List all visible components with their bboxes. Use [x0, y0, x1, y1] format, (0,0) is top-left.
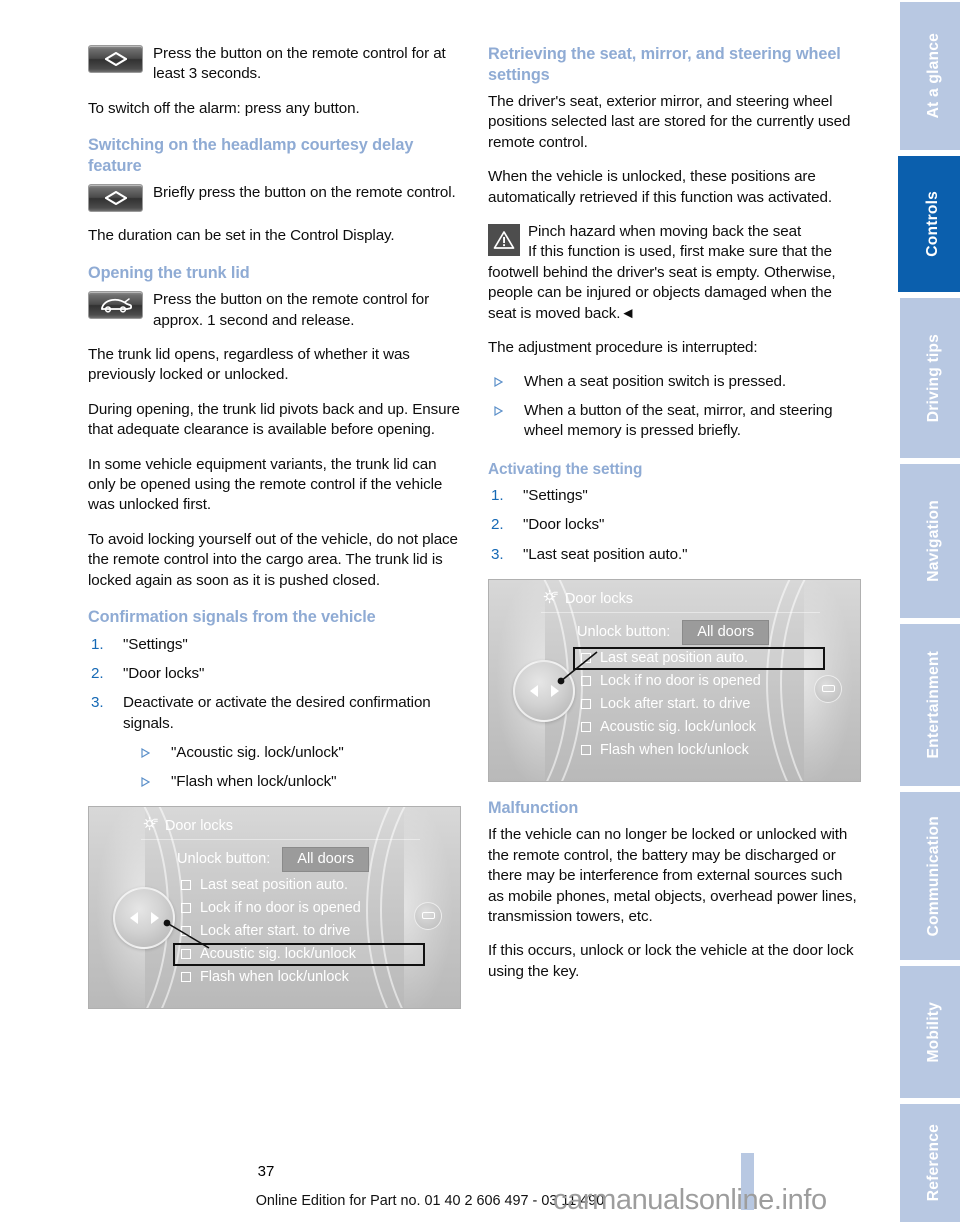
remote-trunk-press-row: Press the button on the remote control f… [88, 290, 461, 331]
sub-item-text: "Acoustic sig. lock/unlock" [171, 744, 344, 762]
interrupt-item-text: When a button of the seat, mirror, and s… [524, 401, 833, 440]
list-item: 1. "Settings" [88, 635, 461, 655]
warning-triangle-icon [488, 224, 520, 257]
manual-page: Press the button on the remote control f… [0, 0, 960, 1222]
site-watermark: carmanualsonline.info [553, 1184, 827, 1216]
sub-item-text: "Flash when lock/unlock" [171, 772, 337, 790]
trunk-paragraph-4: To avoid locking yourself out of the veh… [88, 530, 458, 589]
trunk-paragraph-2: During opening, the trunk lid pivots bac… [88, 400, 460, 439]
remote-trunk-press-text: Press the button on the remote control f… [153, 291, 430, 329]
key-remote-trunk-button-icon [88, 291, 143, 320]
list-item: 2. "Door locks" [88, 664, 461, 684]
list-item: 1. "Settings" [488, 486, 861, 506]
step-text: "Settings" [523, 486, 588, 504]
retrieve-paragraph-2: When the vehicle is unlocked, these posi… [488, 168, 832, 206]
malfunction-paragraph-2: If this occurs, unlock or lock the vehic… [488, 942, 854, 980]
heading-confirmation-signals: Confirmation signals from the vehicle [88, 608, 376, 626]
sidebar-item-label: Driving tips [924, 333, 942, 423]
triangle-bullet-icon [494, 377, 503, 388]
retrieve-paragraph-1: The driver's seat, exterior mirror, and … [488, 93, 851, 151]
sidebar-item-label: Controls [923, 191, 941, 257]
remote-press-3s-text: Press the button on the remote control f… [153, 45, 446, 83]
warning-text: If this function is used, first make sur… [488, 243, 836, 322]
heading-activating-the-setting: Activating the setting [488, 460, 643, 478]
sidebar-item-entertainment[interactable]: Entertainment [900, 624, 960, 786]
list-item: "Flash when lock/unlock" [123, 772, 461, 792]
step-number: 2. [91, 664, 104, 682]
edition-line-text: Online Edition for Part no. 01 40 2 606 … [255, 1193, 605, 1209]
sidebar-item-navigation[interactable]: Navigation [900, 464, 960, 618]
callout-leader-line [163, 919, 210, 949]
step-text: "Door locks" [523, 516, 605, 534]
callout-leader-line [557, 651, 598, 685]
list-item: When a button of the seat, mirror, and s… [488, 401, 861, 442]
duration-note-text: The duration can be set in the Control D… [88, 227, 395, 245]
remote-brief-press-row: Briefly press the button on the remote c… [88, 183, 461, 213]
confirmation-sub-list: "Acoustic sig. lock/unlock" "Flash when … [123, 743, 461, 792]
key-remote-lock-button-icon [88, 45, 143, 73]
heading-headlamp-courtesy: Switching on the headlamp courtesy delay… [88, 136, 414, 175]
key-remote-lock-button-icon [88, 184, 143, 213]
sidebar-item-mobility[interactable]: Mobility [900, 966, 960, 1098]
step-number: 1. [91, 635, 104, 653]
page-number: 37 [0, 1163, 960, 1180]
step-number: 2. [491, 516, 504, 534]
sidebar-item-driving-tips[interactable]: Driving tips [900, 298, 960, 458]
step-number: 3. [491, 545, 504, 563]
list-item: 3. "Last seat position auto." [488, 545, 861, 565]
step-number: 3. [91, 694, 104, 712]
section-navigation-tabs: At a glance Controls Driving tips Naviga… [898, 0, 960, 1222]
heading-retrieving-settings: Retrieving the seat, mirror, and steerin… [488, 45, 841, 84]
trunk-paragraph-3: In some vehicle equipment variants, the … [88, 455, 443, 514]
heading-malfunction: Malfunction [488, 798, 579, 817]
step-text: "Door locks" [123, 664, 205, 682]
sidebar-item-label: At a glance [924, 33, 942, 119]
idrive-screenshot-door-locks-last-seat: Door locks Unlock button: All doors Last… [488, 578, 861, 782]
sidebar-item-label: Navigation [924, 500, 942, 582]
triangle-bullet-icon [141, 776, 150, 787]
triangle-bullet-icon [141, 748, 150, 759]
remote-press-3s-row: Press the button on the remote control f… [88, 44, 461, 85]
triangle-bullet-icon [494, 405, 503, 416]
left-column: Press the button on the remote control f… [88, 44, 461, 1025]
page-number-value: 37 [257, 1163, 275, 1180]
warning-block: Pinch hazard when moving back the seat I… [488, 222, 861, 324]
remote-brief-press-text: Briefly press the button on the remote c… [153, 184, 456, 202]
interrupt-item-text: When a seat position switch is pressed. [524, 373, 787, 391]
interrupt-items-list: When a seat position switch is pressed. … [488, 372, 861, 441]
interrupt-intro-text: The adjustment procedure is interrupted: [488, 339, 758, 357]
trunk-paragraph-1: The trunk lid opens, regardless of wheth… [88, 345, 410, 384]
idrive-screenshot-door-locks-acoustic: Door locks Unlock button: All doors Last… [88, 805, 461, 1009]
sidebar-item-communication[interactable]: Communication [900, 792, 960, 960]
list-item: "Acoustic sig. lock/unlock" [123, 743, 461, 763]
sidebar-item-controls[interactable]: Controls [898, 156, 960, 292]
sidebar-item-label: Mobility [924, 1001, 942, 1063]
step-text: Deactivate or activate the desired confi… [123, 694, 431, 732]
list-item: 2. "Door locks" [488, 515, 861, 535]
warning-title: Pinch hazard when moving back the seat [528, 223, 802, 241]
activating-steps-list: 1. "Settings" 2. "Door locks" 3. "Last s… [488, 486, 861, 565]
sidebar-item-label: Entertainment [924, 651, 942, 759]
list-item: When a seat position switch is pressed. [488, 372, 861, 392]
right-column: Retrieving the seat, mirror, and steerin… [488, 44, 861, 996]
confirmation-steps-list: 1. "Settings" 2. "Door locks" 3. Deactiv… [88, 635, 461, 792]
alarm-off-text: To switch off the alarm: press any butto… [88, 99, 360, 117]
sidebar-item-at-a-glance[interactable]: At a glance [900, 2, 960, 150]
sidebar-item-label: Communication [924, 815, 942, 937]
heading-opening-trunk-lid: Opening the trunk lid [88, 263, 250, 282]
step-text: "Last seat position auto." [523, 545, 688, 563]
list-item: 3. Deactivate or activate the desired co… [88, 693, 461, 792]
step-number: 1. [491, 486, 504, 504]
malfunction-paragraph-1: If the vehicle can no longer be locked o… [488, 826, 857, 926]
step-text: "Settings" [123, 635, 188, 653]
